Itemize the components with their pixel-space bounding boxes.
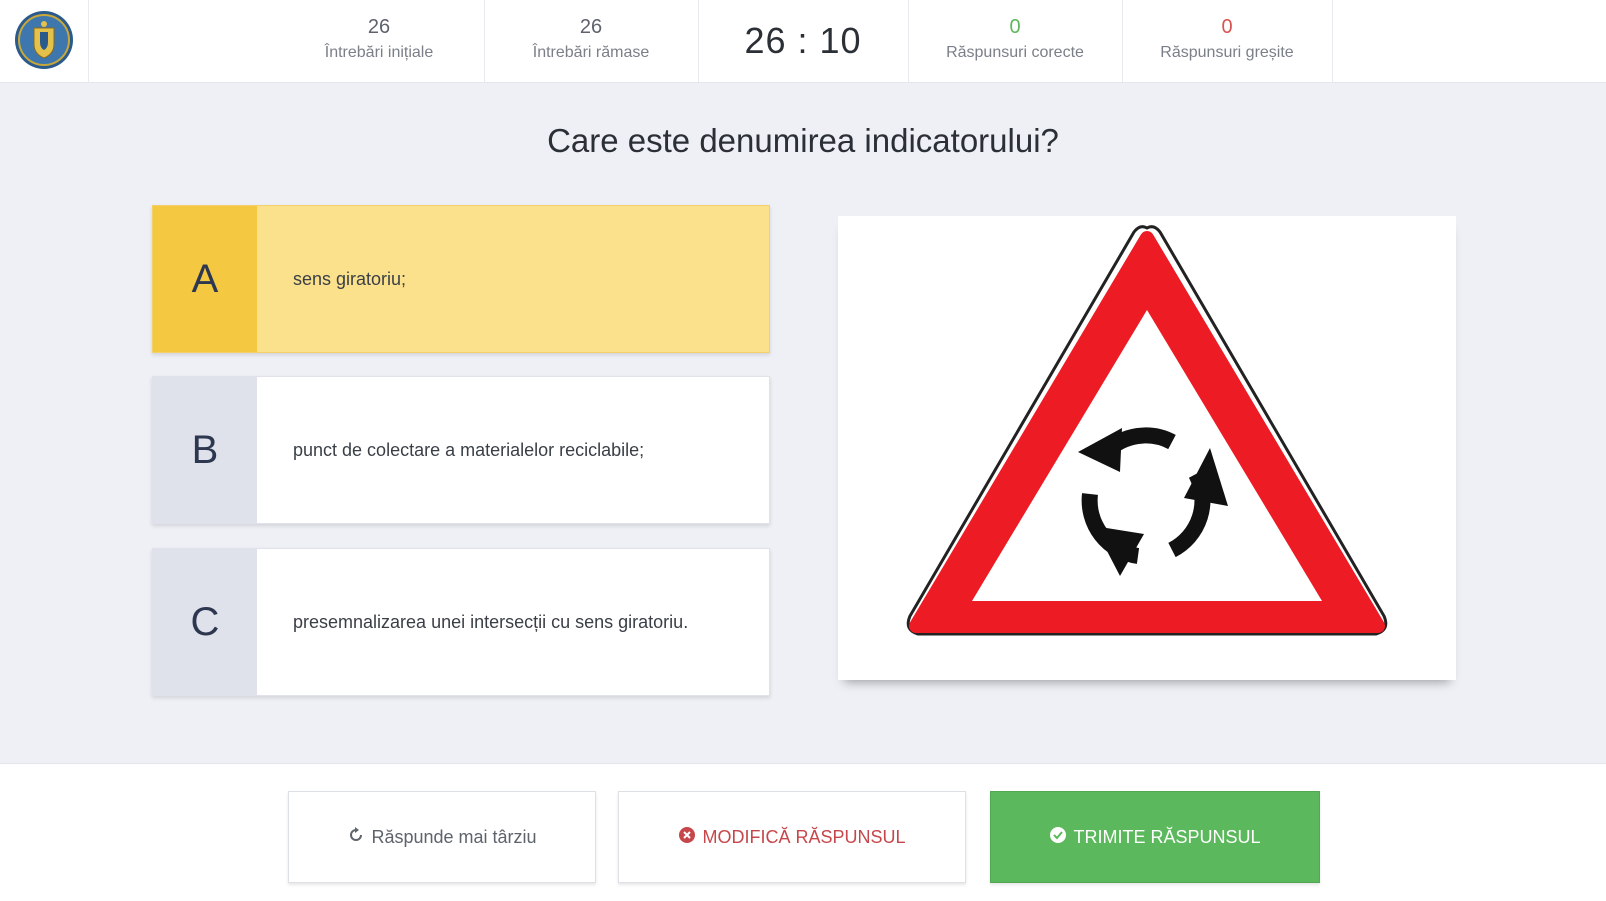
answer-later-label: Răspunde mai târziu: [371, 826, 537, 847]
stat-remaining-questions: 26 Întrebări rămase: [484, 0, 699, 82]
timer-value: 26 : 10: [744, 20, 862, 61]
roundabout-sign-icon: [906, 225, 1388, 636]
modify-answer-button[interactable]: MODIFICĂ RĂSPUNSUL: [618, 791, 966, 883]
answer-option-a[interactable]: A sens giratoriu;: [152, 205, 770, 353]
close-circle-icon: [678, 826, 696, 849]
stat-label: Răspunsuri corecte: [946, 44, 1084, 61]
question-image: [838, 216, 1456, 680]
stat-value: 26: [579, 16, 603, 38]
stats-header: 26 Întrebări inițiale 26 Întrebări rămas…: [0, 0, 1606, 83]
submit-answer-button[interactable]: TRIMITE RĂSPUNSUL: [990, 791, 1320, 883]
countdown-timer: 26 : 10: [698, 0, 909, 82]
answer-text: sens giratoriu;: [293, 269, 407, 289]
answer-option-b[interactable]: B punct de colectare a materialelor reci…: [152, 376, 770, 524]
check-circle-icon: [1049, 826, 1067, 849]
submit-answer-label: TRIMITE RĂSPUNSUL: [1073, 826, 1261, 847]
answer-option-c[interactable]: C presemnalizarea unei intersecții cu se…: [152, 548, 770, 696]
stat-value: 26: [367, 16, 391, 38]
answer-text: punct de colectare a materialelor recicl…: [293, 440, 645, 460]
answer-later-button[interactable]: Răspunde mai târziu: [288, 791, 596, 883]
stat-value: 0: [1009, 16, 1021, 38]
stat-label: Întrebări rămase: [532, 44, 650, 61]
refresh-icon: [347, 826, 365, 849]
action-bar: Răspunde mai târziu MODIFICĂ RĂSPUNSUL T…: [0, 763, 1606, 901]
stat-value: 0: [1221, 16, 1233, 38]
answer-text: presemnalizarea unei intersecții cu sens…: [293, 612, 689, 632]
answer-letter: C: [153, 549, 257, 695]
coat-of-arms-logo: [15, 11, 73, 69]
stat-initial-questions: 26 Întrebări inițiale: [274, 0, 485, 82]
stat-correct-answers: 0 Răspunsuri corecte: [908, 0, 1123, 82]
answer-letter: B: [153, 377, 257, 523]
stat-label: Întrebări inițiale: [324, 44, 434, 61]
stat-wrong-answers: 0 Răspunsuri greșite: [1122, 0, 1333, 82]
answer-letter: A: [153, 206, 257, 352]
stat-label: Răspunsuri greșite: [1160, 44, 1294, 61]
question-title: Care este denumirea indicatorului?: [547, 122, 1059, 159]
logo-cell: [0, 0, 89, 82]
modify-answer-label: MODIFICĂ RĂSPUNSUL: [702, 826, 906, 847]
